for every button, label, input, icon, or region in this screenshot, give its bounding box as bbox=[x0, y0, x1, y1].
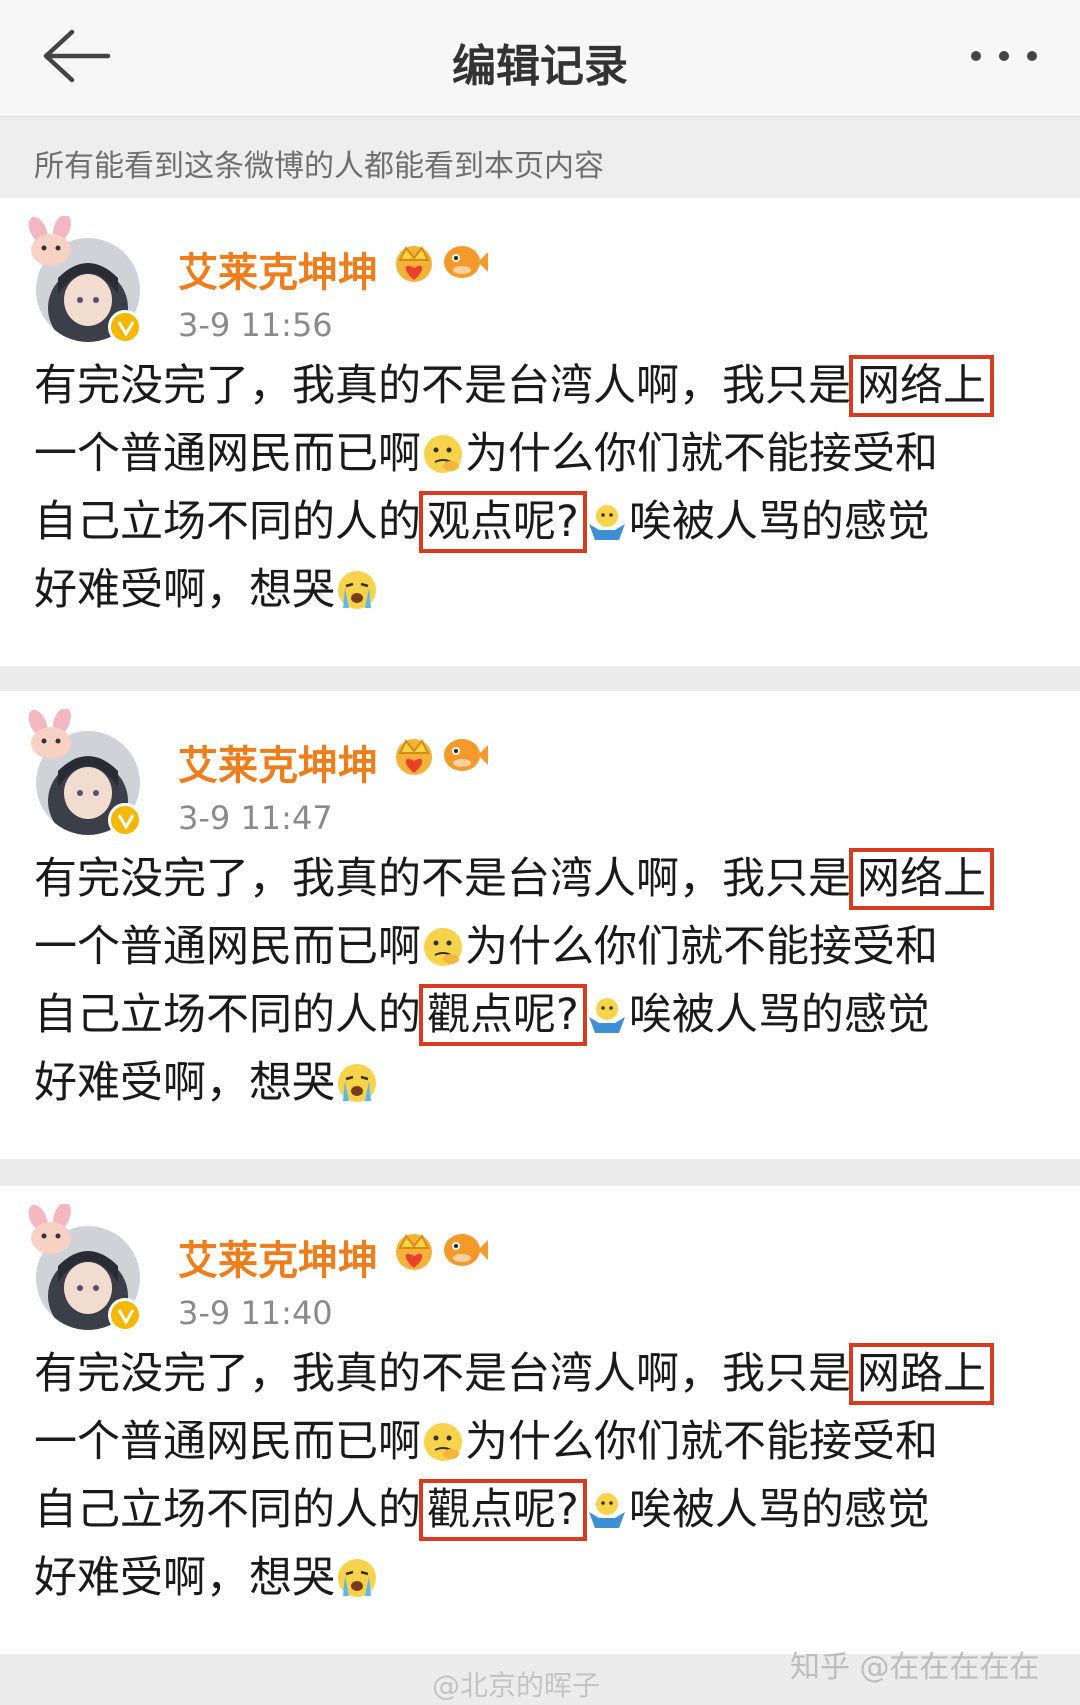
post-line: 一个普通网民而已啊 为什么你们就不能接受和 bbox=[34, 913, 1044, 981]
post-line: 好难受啊，想哭 bbox=[34, 1049, 1044, 1117]
post-line: 有完没完了，我真的不是台湾人啊，我只是 网络上 bbox=[34, 845, 1044, 913]
shrug-emoji-icon bbox=[588, 505, 625, 540]
text-segment: 为什么你们就不能接受和 bbox=[465, 429, 938, 479]
highlighted-word: 网络上 bbox=[849, 355, 994, 417]
crying-face-emoji-icon bbox=[338, 571, 376, 609]
pufferfish-icon bbox=[444, 1234, 488, 1266]
post-line: 一个普通网民而已啊 为什么你们就不能接受和 bbox=[34, 1408, 1044, 1476]
verified-badge-icon bbox=[108, 1298, 142, 1332]
text-segment: 自己立场不同的人的 bbox=[34, 1485, 421, 1535]
edit-record-card: 艾莱克坤坤 3-9 11:47 有完没完了，我真的不是台湾人啊，我只是 网络上 一… bbox=[0, 691, 1080, 1159]
more-dots-icon bbox=[971, 51, 1037, 61]
post-line: 好难受啊，想哭 bbox=[34, 556, 1044, 624]
timestamp: 3-9 11:40 bbox=[178, 1294, 333, 1332]
text-segment: 自己立场不同的人的 bbox=[34, 990, 421, 1040]
pufferfish-icon bbox=[444, 246, 488, 278]
post-body: 有完没完了，我真的不是台湾人啊，我只是 网路上 一个普通网民而已啊 为什么你们就不能… bbox=[34, 1340, 1044, 1612]
thinking-face-emoji-icon bbox=[424, 1423, 462, 1461]
highlighted-word: 网络上 bbox=[849, 848, 994, 910]
text-segment: 为什么你们就不能接受和 bbox=[465, 922, 938, 972]
pufferfish-icon bbox=[444, 739, 488, 771]
text-segment: 好难受啊，想哭 bbox=[34, 1553, 335, 1603]
visibility-notice: 所有能看到这条微博的人都能看到本页内容 bbox=[0, 117, 1080, 197]
text-segment: 唉被人骂的感觉 bbox=[628, 990, 930, 1040]
crown-vip-icon bbox=[396, 1234, 432, 1270]
text-segment: 一个普通网民而已啊 bbox=[34, 1417, 421, 1467]
post-line: 自己立场不同的人的 觀点呢? 唉被人骂的感觉 bbox=[34, 1476, 1044, 1544]
rabbit-sticker-icon bbox=[28, 216, 71, 266]
crown-vip-icon bbox=[396, 739, 432, 775]
thinking-face-emoji-icon bbox=[424, 435, 462, 473]
shrug-emoji-icon bbox=[588, 998, 625, 1033]
weibo-watermark: @北京的晖子 bbox=[432, 1669, 601, 1702]
post-body: 有完没完了，我真的不是台湾人啊，我只是 网络上 一个普通网民而已啊 为什么你们就不能… bbox=[34, 352, 1044, 624]
post-line: 有完没完了，我真的不是台湾人啊，我只是 网络上 bbox=[34, 352, 1044, 420]
rabbit-sticker-icon bbox=[28, 1204, 71, 1254]
post-line: 一个普通网民而已啊 为什么你们就不能接受和 bbox=[34, 420, 1044, 488]
shrug-emoji-icon bbox=[588, 1493, 625, 1528]
edit-record-card: 艾莱克坤坤 3-9 11:40 有完没完了，我真的不是台湾人啊，我只是 网路上 一… bbox=[0, 1186, 1080, 1654]
crying-face-emoji-icon bbox=[338, 1559, 376, 1597]
text-segment: 唉被人骂的感觉 bbox=[628, 497, 930, 547]
verified-badge-icon bbox=[108, 803, 142, 837]
text-segment: 好难受啊，想哭 bbox=[34, 565, 335, 615]
edit-record-card: 艾莱克坤坤 3-9 11:56 有完没完了，我真的不是台湾人啊，我只是 网络上 一… bbox=[0, 198, 1080, 666]
post-line: 自己立场不同的人的 观点呢? 唉被人骂的感觉 bbox=[34, 488, 1044, 556]
highlighted-word: 觀点呢? bbox=[419, 1479, 587, 1541]
post-line: 自己立场不同的人的 觀点呢? 唉被人骂的感觉 bbox=[34, 981, 1044, 1049]
text-segment: 一个普通网民而已啊 bbox=[34, 922, 421, 972]
text-segment: 有完没完了，我真的不是台湾人啊，我只是 bbox=[34, 361, 851, 411]
username[interactable]: 艾莱克坤坤 bbox=[178, 240, 378, 298]
highlighted-word: 觀点呢? bbox=[419, 984, 587, 1046]
text-segment: 自己立场不同的人的 bbox=[34, 497, 421, 547]
highlighted-word: 观点呢? bbox=[419, 491, 587, 553]
timestamp: 3-9 11:47 bbox=[178, 799, 333, 837]
rabbit-sticker-icon bbox=[28, 709, 71, 759]
zhihu-watermark: 知乎 @在在在在在 bbox=[790, 1650, 1040, 1685]
verified-badge-icon bbox=[108, 310, 142, 344]
highlighted-word: 网路上 bbox=[849, 1343, 994, 1405]
post-line: 好难受啊，想哭 bbox=[34, 1544, 1044, 1612]
post-line: 有完没完了，我真的不是台湾人啊，我只是 网路上 bbox=[34, 1340, 1044, 1408]
thinking-face-emoji-icon bbox=[424, 928, 462, 966]
username[interactable]: 艾莱克坤坤 bbox=[178, 733, 378, 791]
text-segment: 有完没完了，我真的不是台湾人啊，我只是 bbox=[34, 854, 851, 904]
text-segment: 有完没完了，我真的不是台湾人啊，我只是 bbox=[34, 1349, 851, 1399]
text-segment: 一个普通网民而已啊 bbox=[34, 429, 421, 479]
timestamp: 3-9 11:56 bbox=[178, 306, 333, 344]
text-segment: 为什么你们就不能接受和 bbox=[465, 1417, 938, 1467]
text-segment: 唉被人骂的感觉 bbox=[628, 1485, 930, 1535]
more-button[interactable] bbox=[966, 42, 1042, 70]
top-nav-bar: 编辑记录 bbox=[0, 0, 1080, 117]
notice-text: 所有能看到这条微博的人都能看到本页内容 bbox=[34, 149, 604, 184]
text-segment: 好难受啊，想哭 bbox=[34, 1058, 335, 1108]
crown-vip-icon bbox=[396, 246, 432, 282]
page-title: 编辑记录 bbox=[452, 41, 628, 92]
username[interactable]: 艾莱克坤坤 bbox=[178, 1228, 378, 1286]
crying-face-emoji-icon bbox=[338, 1064, 376, 1102]
post-body: 有完没完了，我真的不是台湾人啊，我只是 网络上 一个普通网民而已啊 为什么你们就不能… bbox=[34, 845, 1044, 1117]
